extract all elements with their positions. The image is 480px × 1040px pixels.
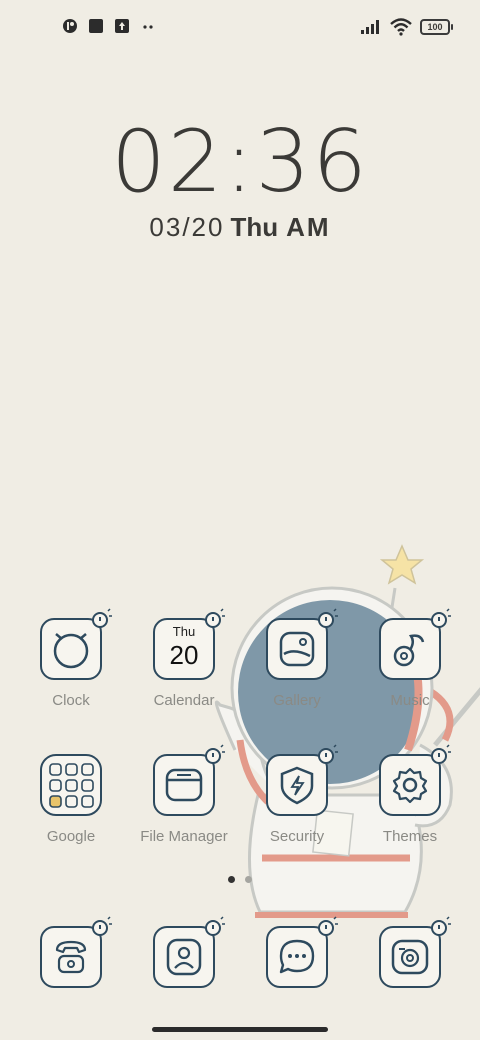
app-calendar[interactable]: Thu 20 Calendar <box>134 608 234 709</box>
wifi-icon <box>390 18 412 36</box>
app-google-folder[interactable]: Google <box>21 754 121 845</box>
upload-icon <box>115 19 129 33</box>
app-label-clock: Clock <box>52 692 90 709</box>
day-text: Thu <box>230 212 279 242</box>
lightbulb-badge-icon <box>431 608 451 628</box>
app-icon-music <box>379 608 451 680</box>
page-dot-2[interactable] <box>245 876 252 883</box>
lightbulb-badge-icon <box>318 744 338 764</box>
square-notification-icon <box>89 19 103 33</box>
lightbulb-badge-icon <box>205 744 225 764</box>
calendar-date: 20 <box>169 640 199 670</box>
app-clock[interactable]: Clock <box>21 608 121 709</box>
dock-messages[interactable] <box>247 916 347 988</box>
app-gallery[interactable]: Gallery <box>247 608 347 709</box>
app-notification-icon <box>63 19 77 33</box>
app-label-security: Security <box>269 828 325 845</box>
clock-time[interactable]: 02:36 <box>0 112 480 212</box>
app-icon-gallery <box>266 608 338 680</box>
app-icon-clock <box>40 608 112 680</box>
app-file-manager[interactable]: File Manager <box>134 744 234 845</box>
lightbulb-badge-icon <box>431 744 451 764</box>
lightbulb-badge-icon <box>318 916 338 936</box>
dock-camera[interactable] <box>360 916 460 988</box>
star-icon <box>379 544 425 585</box>
dock-contacts[interactable] <box>134 916 234 988</box>
status-bar: 100 <box>0 0 480 56</box>
dock-icon-messages <box>266 916 338 988</box>
dock-icon-camera <box>379 916 451 988</box>
lightbulb-badge-icon <box>205 916 225 936</box>
google-folder-icon <box>49 763 94 808</box>
app-icon-google-folder <box>40 754 102 816</box>
app-label-themes: Themes <box>382 828 438 845</box>
battery-icon: 100 <box>420 19 453 35</box>
app-music[interactable]: Music <box>360 608 460 709</box>
app-label-google: Google <box>46 828 96 845</box>
page-indicator[interactable] <box>228 876 252 883</box>
app-icon-file-manager <box>153 744 225 816</box>
app-label-calendar: Calendar <box>153 692 215 709</box>
notification-icons <box>62 18 156 34</box>
lightbulb-badge-icon <box>205 608 225 628</box>
app-themes[interactable]: Themes <box>360 744 460 845</box>
dock-phone[interactable] <box>21 916 121 988</box>
app-icon-security <box>266 744 338 816</box>
app-icon-calendar: Thu 20 <box>153 608 225 680</box>
app-label-music: Music <box>390 692 430 709</box>
more-dots-icon <box>143 25 153 29</box>
signal-icon <box>361 20 379 34</box>
system-icons: 100 <box>360 18 453 36</box>
app-label-gallery: Gallery <box>273 692 321 709</box>
date-text: 03/20 <box>149 212 225 242</box>
lightbulb-badge-icon <box>431 916 451 936</box>
dock-icon-phone <box>40 916 112 988</box>
ampm-text: AM <box>286 212 331 242</box>
battery-level: 100 <box>427 22 443 32</box>
page-dot-1[interactable] <box>228 876 235 883</box>
lightbulb-badge-icon <box>92 608 112 628</box>
dock-icon-contacts <box>153 916 225 988</box>
gesture-nav-handle[interactable] <box>152 1027 328 1032</box>
lightbulb-badge-icon <box>92 916 112 936</box>
app-security[interactable]: Security <box>247 744 347 845</box>
app-label-file-manager: File Manager <box>140 828 228 845</box>
clock-date[interactable]: 03/20 Thu AM <box>0 212 480 243</box>
lightbulb-badge-icon <box>318 608 338 628</box>
app-icon-themes <box>379 744 451 816</box>
